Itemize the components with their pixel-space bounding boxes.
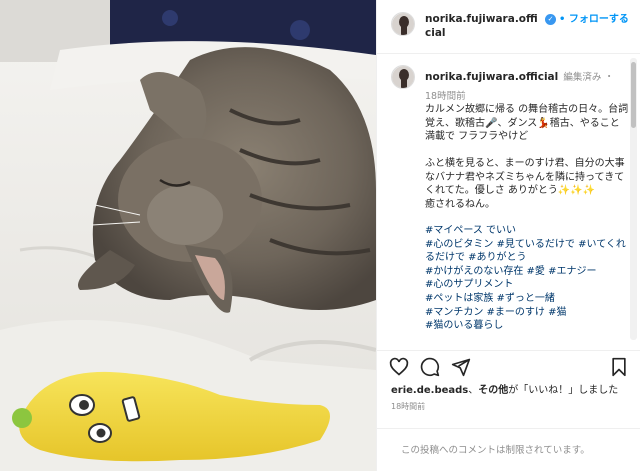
- likes-text-end: が「いいね！」しました: [508, 385, 619, 396]
- follow-button[interactable]: • フォローする: [559, 13, 629, 27]
- post-timestamp[interactable]: 18時間前: [391, 401, 425, 412]
- scrollbar-thumb[interactable]: [631, 62, 636, 128]
- post-photo[interactable]: [0, 0, 376, 471]
- heart-icon: [389, 357, 409, 376]
- caption-text: カルメン故郷に帰る の舞台稽古の日々。台詞覚え、歌稽古🎤、ダンス💃稽古、やること…: [425, 104, 629, 210]
- caption-area: norika.fujiwara.official 編集済み ・ 18時間前 カル…: [377, 55, 629, 345]
- likes-summary: erie.de.beads、その他が「いいね！」しました: [391, 384, 631, 397]
- bookmark-icon: [612, 357, 626, 376]
- likes-text-mid: 、: [468, 385, 479, 396]
- avatar-image: [392, 13, 414, 35]
- follow-separator: •: [559, 14, 566, 25]
- cat-photo-illustration: [0, 0, 376, 471]
- share-button[interactable]: [451, 357, 471, 377]
- share-icon: [451, 358, 471, 376]
- profile-avatar[interactable]: [391, 12, 415, 36]
- likes-others[interactable]: その他: [478, 385, 508, 396]
- instagram-post: norika.fujiwara.official ✓ • フォローする ••• …: [0, 0, 640, 471]
- caption-header: norika.fujiwara.official 編集済み ・ 18時間前: [391, 65, 629, 103]
- action-bar: [377, 350, 640, 382]
- post-sidebar: norika.fujiwara.official ✓ • フォローする ••• …: [376, 0, 640, 471]
- like-button[interactable]: [389, 357, 409, 377]
- save-button[interactable]: [609, 357, 629, 377]
- follow-label: フォローする: [568, 14, 629, 25]
- comment-button[interactable]: [420, 357, 440, 377]
- caption-scrollbar[interactable]: [630, 58, 637, 340]
- caption-hashtags[interactable]: #マイペース でいい #心のビタミン #見ているだけで #いてくれるだけで #あ…: [425, 224, 629, 333]
- caption-avatar-image: [392, 66, 414, 88]
- caption-avatar[interactable]: [391, 65, 415, 89]
- caption-meta: norika.fujiwara.official 編集済み ・ 18時間前: [425, 65, 625, 103]
- hashtag-list[interactable]: #マイペース でいい #心のビタミン #見ているだけで #いてくれるだけで #あ…: [425, 225, 626, 331]
- likes-user[interactable]: erie.de.beads: [391, 385, 468, 396]
- post-header: norika.fujiwara.official ✓ • フォローする: [377, 0, 640, 54]
- caption-username[interactable]: norika.fujiwara.official: [425, 71, 558, 83]
- comments-disabled-notice: この投稿へのコメントは制限されています。: [377, 428, 640, 471]
- comment-icon: [420, 357, 440, 376]
- verified-icon: ✓: [545, 14, 556, 25]
- header-username[interactable]: norika.fujiwara.official: [425, 12, 543, 40]
